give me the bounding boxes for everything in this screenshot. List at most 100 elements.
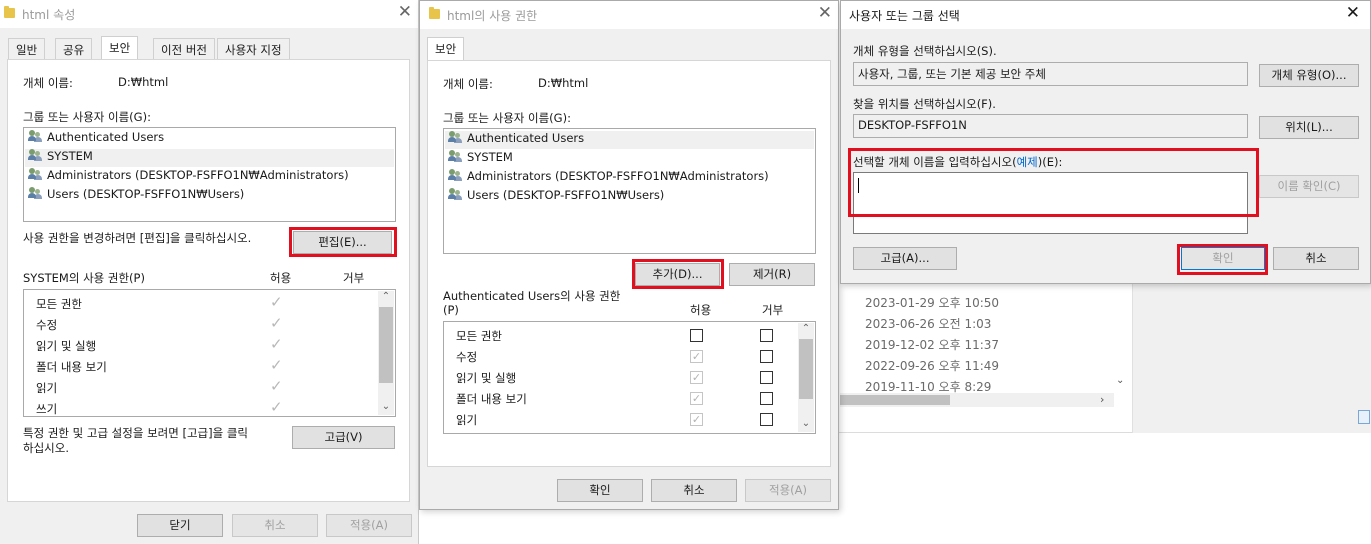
users-icon [448, 131, 464, 143]
permissions-scrollbar[interactable]: ⌃ ⌄ [378, 291, 394, 415]
list-item[interactable]: Users (DESKTOP-FSFFO1N₩Users) [448, 188, 664, 206]
select-users-window: 사용자 또는 그룹 선택 ✕ 개체 유형을 선택하십시오(S). 사용자, 그룹… [840, 0, 1371, 284]
cancel-button[interactable]: 취소 [1273, 247, 1359, 270]
apply-button[interactable]: 적용(A) [745, 479, 831, 502]
users-icon [28, 130, 44, 142]
check-icon: ✓ [270, 335, 283, 353]
check-icon: ✓ [270, 356, 283, 374]
window-title: 사용자 또는 그룹 선택 [849, 9, 960, 23]
chevron-up-icon[interactable]: ⌃ [798, 323, 814, 337]
chevron-up-icon[interactable]: ⌃ [378, 291, 394, 305]
users-icon [28, 149, 44, 161]
tab-general[interactable]: 일반 [8, 38, 46, 60]
tab-security[interactable]: 보안 [101, 36, 139, 60]
permission-name: 읽기 및 실행 [456, 371, 517, 385]
users-list[interactable]: Authenticated Users SYSTEM Administrator… [443, 128, 816, 254]
perm-header: Authenticated Users의 사용 권한 [443, 289, 621, 303]
users-icon [448, 150, 464, 162]
close-button[interactable]: 닫기 [137, 514, 223, 537]
window-title: html 속성 [22, 8, 76, 22]
tab-sharing[interactable]: 공유 [55, 38, 93, 60]
allow-checkbox[interactable] [690, 329, 703, 342]
list-item[interactable]: Administrators (DESKTOP-FSFFO1N₩Administ… [28, 168, 349, 186]
chevron-down-icon[interactable]: ⌄ [378, 401, 394, 415]
permission-name: 수정 [36, 318, 58, 332]
tab-customize[interactable]: 사용자 지정 [217, 38, 290, 60]
object-name-label: 개체 이름: [443, 77, 493, 91]
permission-name: 모든 권한 [456, 329, 502, 343]
close-icon[interactable]: ✕ [398, 2, 412, 22]
permission-name: 읽기 및 실행 [36, 339, 97, 353]
deny-checkbox[interactable] [760, 350, 773, 363]
highlight-add [632, 259, 724, 289]
edit-hint: 사용 권한을 변경하려면 [편집]을 클릭하십시오. [23, 231, 252, 245]
allow-checkbox[interactable]: ✓ [690, 350, 703, 363]
users-list[interactable]: Authenticated Users SYSTEM Administrator… [23, 127, 396, 222]
cancel-button[interactable]: 취소 [651, 479, 737, 502]
allow-checkbox[interactable]: ✓ [690, 371, 703, 384]
ok-button[interactable]: 확인 [557, 479, 643, 502]
permission-name: 폴더 내용 보기 [36, 360, 107, 374]
list-item[interactable]: SYSTEM [448, 150, 513, 168]
object-name-value: D:₩html [118, 75, 169, 89]
allow-checkbox[interactable]: ✓ [690, 392, 703, 405]
user-name: SYSTEM [47, 149, 93, 163]
list-item[interactable]: Authenticated Users [445, 131, 814, 149]
allow-checkbox[interactable]: ✓ [690, 413, 703, 426]
permission-name: 모든 권한 [36, 297, 82, 311]
background-right-strip [1132, 280, 1371, 433]
deny-checkbox[interactable] [760, 329, 773, 342]
perm-header: SYSTEM의 사용 권한(P) [23, 271, 145, 285]
permissions-window: html의 사용 권한 ✕ 보안 개체 이름: D:₩html 그룹 또는 사용… [419, 0, 839, 510]
deny-label: 거부 [762, 303, 784, 317]
permissions-list[interactable]: 모든 권한 수정 읽기 및 실행 폴더 내용 보기 읽기 쓰기 ✓ ✓ ✓ ✓ … [23, 289, 396, 417]
advanced-button[interactable]: 고급(V) [292, 426, 395, 449]
highlight-names-input [848, 148, 1259, 217]
chevron-right-icon[interactable]: › [1100, 393, 1104, 406]
scroll-thumb[interactable] [799, 339, 813, 399]
permission-name: 쓰기 [36, 402, 58, 416]
bg-hscroll-thumb[interactable] [840, 395, 950, 405]
permission-name: 폴더 내용 보기 [456, 392, 527, 406]
user-name: SYSTEM [467, 150, 513, 164]
check-names-button[interactable]: 이름 확인(C) [1259, 175, 1359, 198]
permissions-titlebar: html의 사용 권한 ✕ [420, 1, 838, 29]
tab-security[interactable]: 보안 [427, 37, 465, 61]
chevron-down-icon[interactable]: ⌄ [1116, 375, 1124, 386]
advanced-button[interactable]: 고급(A)... [853, 247, 957, 270]
permissions-scrollbar[interactable]: ⌃ ⌄ [798, 323, 814, 432]
folder-icon [429, 7, 440, 19]
groups-label: 그룹 또는 사용자 이름(G): [23, 110, 151, 124]
highlight-edit [289, 227, 397, 257]
list-item[interactable]: Users (DESKTOP-FSFFO1N₩Users) [28, 187, 244, 205]
user-name: Authenticated Users [467, 131, 585, 145]
check-icon: ✓ [270, 398, 283, 416]
object-type-button[interactable]: 개체 유형(O)... [1259, 64, 1359, 87]
permissions-list[interactable]: 모든 권한 수정 읽기 및 실행 폴더 내용 보기 읽기 ✓ ✓ ✓ ✓ ⌃ ⌄ [443, 321, 816, 434]
chevron-down-icon[interactable]: ⌄ [798, 418, 814, 432]
location-button[interactable]: 위치(L)... [1259, 116, 1359, 139]
date-cell: 2023-01-29 오후 10:50 [865, 296, 1000, 310]
list-item[interactable]: Authenticated Users [28, 130, 164, 148]
allow-label: 허용 [270, 271, 292, 285]
remove-button[interactable]: 제거(R) [729, 263, 815, 286]
bg-hscroll[interactable]: › [840, 393, 1114, 407]
properties-titlebar: html 속성 ✕ [0, 0, 418, 28]
close-icon[interactable]: ✕ [1346, 3, 1360, 23]
deny-checkbox[interactable] [760, 392, 773, 405]
tab-previous-versions[interactable]: 이전 버전 [153, 38, 215, 60]
apply-button[interactable]: 적용(A) [326, 514, 412, 537]
highlight-ok [1177, 244, 1268, 275]
deny-checkbox[interactable] [760, 413, 773, 426]
list-item[interactable]: Administrators (DESKTOP-FSFFO1N₩Administ… [448, 169, 769, 187]
cancel-button[interactable]: 취소 [232, 514, 318, 537]
allow-label: 허용 [690, 303, 712, 317]
users-icon [28, 168, 44, 180]
deny-label: 거부 [343, 271, 365, 285]
bg-vscroll[interactable]: ⌄ [1114, 285, 1128, 390]
close-icon[interactable]: ✕ [818, 3, 832, 23]
deny-checkbox[interactable] [760, 371, 773, 384]
grid-view-icon[interactable] [1358, 410, 1370, 424]
scroll-thumb[interactable] [379, 307, 393, 383]
list-item[interactable]: SYSTEM [25, 149, 394, 167]
